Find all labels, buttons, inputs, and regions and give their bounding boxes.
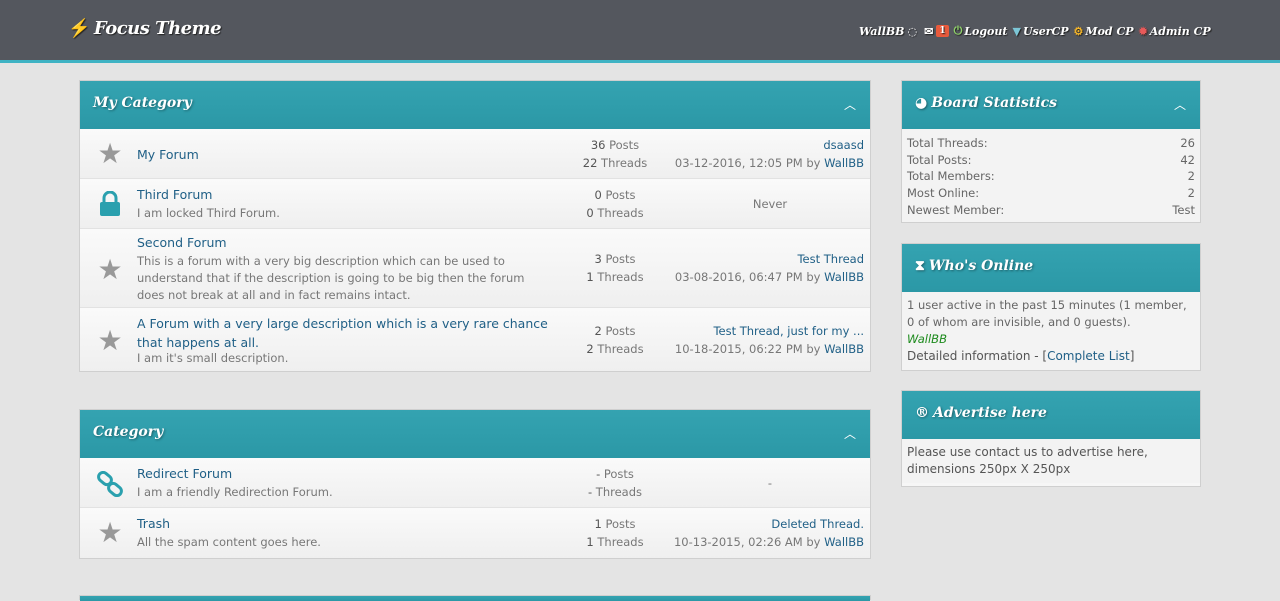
complete-list-link[interactable]: Complete List bbox=[1047, 349, 1130, 363]
forum-name[interactable]: Trash bbox=[137, 516, 170, 531]
stat-line: Most Online: 2 bbox=[907, 186, 1195, 201]
last-post-title[interactable]: Test Thread, just for my ... bbox=[644, 322, 864, 340]
lock-icon bbox=[94, 190, 126, 223]
forum-row: Third Forum I am locked Third Forum. 0 P… bbox=[80, 179, 870, 229]
forum-description: I am locked Third Forum. bbox=[137, 206, 280, 220]
message-badge: 1 bbox=[936, 25, 949, 37]
category-header: Category ︿ bbox=[80, 410, 870, 458]
chevron-up-icon[interactable]: ︿ bbox=[1174, 96, 1186, 113]
forum-row: ★ My Forum 36 Posts 22 Threads dsaasd 03… bbox=[80, 129, 870, 179]
forum-name[interactable]: Third Forum bbox=[137, 187, 213, 202]
nav-admincp[interactable]: ✹ Admin CP bbox=[1138, 25, 1210, 38]
online-user-link[interactable]: WallBB bbox=[907, 331, 1195, 348]
last-post-title[interactable]: dsaasd bbox=[644, 136, 864, 154]
category-header bbox=[80, 596, 870, 601]
last-post-user[interactable]: WallBB bbox=[824, 342, 864, 356]
forum-row: ★ Trash All the spam content goes here. … bbox=[80, 508, 870, 558]
last-post-user[interactable]: WallBB bbox=[824, 270, 864, 284]
last-post-title[interactable]: Deleted Thread. bbox=[644, 515, 864, 533]
category-panel: Category ︿ Redirect Forum I am a friendl… bbox=[79, 409, 871, 559]
category-title[interactable]: Category bbox=[93, 424, 163, 440]
category-header: My Category ︿ bbox=[80, 81, 870, 129]
board-statistics-panel: ◕ Board Statistics ︿ Total Threads: 26 Tot… bbox=[901, 80, 1201, 223]
nav-usercp[interactable]: ▼ UserCP bbox=[1012, 25, 1068, 38]
star-icon: ★ bbox=[97, 253, 123, 286]
top-bar: ⚡ Focus Theme WallBB ◌ ✉ 1 ⏻ Logout ▼ UserCP … bbox=[0, 0, 1280, 63]
category-panel: My Category ︿ ★ My Forum 36 Posts 22 Thr… bbox=[79, 80, 871, 372]
whos-online-panel: ⧗ Who's Online 1 user active in the past … bbox=[901, 243, 1201, 371]
last-post: Never bbox=[752, 197, 788, 211]
last-post-title[interactable]: Test Thread bbox=[644, 250, 864, 268]
online-summary: 1 user active in the past 15 minutes (1 … bbox=[907, 298, 1187, 329]
stat-line: Newest Member: Test bbox=[907, 202, 1195, 219]
advertise-header: ® Advertise here bbox=[902, 391, 1200, 439]
stats-header: ◕ Board Statistics ︿ bbox=[902, 81, 1200, 129]
advertise-title: ® Advertise here bbox=[915, 405, 1047, 421]
link-icon bbox=[94, 470, 126, 504]
nav-logout[interactable]: ⏻ Logout bbox=[954, 24, 1008, 38]
pie-chart-icon: ◕ bbox=[915, 95, 928, 111]
online-body: 1 user active in the past 15 minutes (1 … bbox=[902, 292, 1200, 370]
online-title: ⧗ Who's Online bbox=[915, 258, 1034, 274]
forum-description: This is a forum with a very big descript… bbox=[137, 254, 525, 302]
lightning-icon: ⚡ bbox=[68, 18, 90, 39]
last-post: dsaasd 03-12-2016, 12:05 PM by WallBB bbox=[644, 136, 864, 172]
forum-name[interactable]: Redirect Forum bbox=[137, 466, 232, 481]
hourglass-icon: ⧗ bbox=[915, 258, 925, 274]
advertise-panel: ® Advertise here Please use contact us to… bbox=[901, 390, 1201, 487]
online-header: ⧗ Who's Online bbox=[902, 244, 1200, 292]
advertise-body: Please use contact us to advertise here,… bbox=[902, 439, 1200, 483]
newest-member-link[interactable]: Test bbox=[1172, 202, 1195, 219]
last-post: Deleted Thread. 10-13-2015, 02:26 AM by … bbox=[644, 515, 864, 551]
category-panel bbox=[79, 595, 871, 601]
nav-modcp[interactable]: ⚙ Mod CP bbox=[1074, 25, 1134, 38]
forum-description: I am it's small description. bbox=[137, 351, 289, 365]
forum-name[interactable]: A Forum with a very large description wh… bbox=[137, 314, 557, 352]
stats-body: Total Threads: 26 Total Posts: 42 Total Me… bbox=[902, 129, 1200, 222]
stats-title: ◕ Board Statistics bbox=[915, 95, 1058, 111]
nav-messages[interactable]: ✉ 1 bbox=[924, 24, 949, 38]
stat-line: Total Members: 2 bbox=[907, 169, 1195, 184]
last-post-user[interactable]: WallBB bbox=[824, 156, 864, 170]
cogs-icon: ⚙ bbox=[1073, 24, 1084, 38]
star-icon: ★ bbox=[97, 137, 123, 170]
last-post-user[interactable]: WallBB bbox=[824, 535, 864, 549]
envelope-icon: ✉ bbox=[924, 24, 934, 38]
chevron-up-icon[interactable]: ︿ bbox=[844, 425, 856, 442]
forum-stats: 0 Posts 0 Threads bbox=[586, 188, 644, 220]
power-icon: ⏻ bbox=[953, 24, 963, 37]
forum-row: Redirect Forum I am a friendly Redirecti… bbox=[80, 458, 870, 508]
category-title[interactable]: My Category bbox=[93, 95, 192, 111]
last-post: Test Thread 03-08-2016, 06:47 PM by Wall… bbox=[644, 250, 864, 286]
star-icon: ★ bbox=[97, 324, 123, 357]
chevron-up-icon[interactable]: ︿ bbox=[844, 96, 856, 113]
stat-line: Total Threads: 26 bbox=[907, 136, 1195, 150]
last-post: - bbox=[767, 476, 773, 490]
circle-spinner-icon: ◌ bbox=[907, 24, 918, 38]
forum-description: I am a friendly Redirection Forum. bbox=[137, 485, 333, 499]
forum-name[interactable]: My Forum bbox=[137, 147, 199, 162]
registered-icon: ® bbox=[915, 405, 929, 421]
gear-icon: ✹ bbox=[1138, 24, 1148, 38]
nav-profile[interactable]: WallBB ◌ bbox=[859, 25, 919, 38]
forum-row: ★ A Forum with a very large description … bbox=[80, 308, 870, 371]
forum-stats: - Posts - Threads bbox=[587, 467, 642, 499]
star-icon: ★ bbox=[97, 516, 123, 549]
forum-name[interactable]: Second Forum bbox=[137, 235, 227, 250]
filter-icon: ▼ bbox=[1012, 24, 1021, 38]
forum-row: ★ Second Forum This is a forum with a ve… bbox=[80, 229, 870, 308]
online-detail: Detailed information - [Complete List] bbox=[907, 349, 1135, 363]
stat-line: Total Posts: 42 bbox=[907, 152, 1195, 167]
user-nav: WallBB ◌ ✉ 1 ⏻ Logout ▼ UserCP ⚙ Mod CP ✹ Admi… bbox=[859, 23, 1216, 39]
forum-description: All the spam content goes here. bbox=[137, 535, 321, 549]
site-logo[interactable]: ⚡ Focus Theme bbox=[68, 18, 222, 39]
last-post: Test Thread, just for my ... 10-18-2015,… bbox=[644, 322, 864, 358]
